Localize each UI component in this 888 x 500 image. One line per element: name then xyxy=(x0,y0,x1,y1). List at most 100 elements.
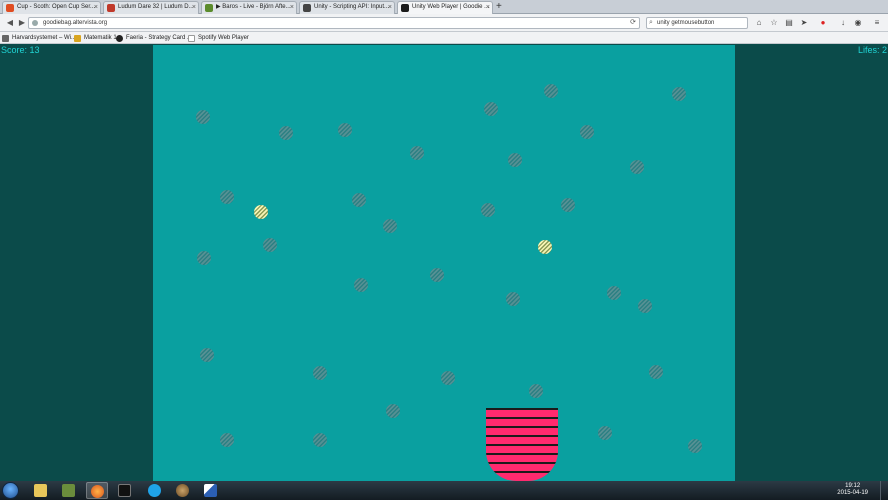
globe-taskbar-button[interactable] xyxy=(172,482,194,499)
clock-time: 19:12 xyxy=(845,483,861,489)
bookmark-matematik[interactable]: Matematik 1 xyxy=(74,33,117,43)
explorer-taskbar-button[interactable] xyxy=(30,482,52,499)
cup-stripe xyxy=(486,462,558,464)
tab-favicon-icon xyxy=(6,4,14,12)
bookmark-label: Matematik 1 xyxy=(84,35,117,41)
falling-ball xyxy=(430,268,444,282)
skype-icon xyxy=(148,484,161,497)
new-tab-button[interactable]: + xyxy=(496,1,502,13)
falling-ball xyxy=(220,433,234,447)
falling-ball xyxy=(441,371,455,385)
wikipedia-icon xyxy=(2,35,9,42)
tab-title: Ludum Dare 32 | Ludum D... xyxy=(118,4,194,10)
tab-title: Cup - Scoth: Open Cup Ser... xyxy=(17,4,96,10)
falling-ball xyxy=(672,87,686,101)
bookmark-faeria[interactable]: Faeria - Strategy Card ... xyxy=(116,33,192,43)
paint-icon xyxy=(204,484,217,497)
bookmark-harvardsystemet[interactable]: Harvardsystemet – Wi... xyxy=(2,33,76,43)
system-clock[interactable]: 19:12 2015-04-19 xyxy=(837,483,868,497)
close-icon[interactable]: × xyxy=(388,2,392,13)
tab-title: Unity Web Player | Goodie ... xyxy=(412,4,490,10)
firefox-icon xyxy=(91,485,104,498)
tab-bar: Cup - Scoth: Open Cup Ser... × Ludum Dar… xyxy=(0,0,888,14)
navigation-bar: ◀ ▶ goodiebag.altervista.org ⟳ ⌕ unity g… xyxy=(0,14,888,32)
falling-ball xyxy=(580,125,594,139)
tab-baros-live[interactable]: ▶ Baros - Live - Björn Afte... × xyxy=(201,1,297,14)
show-desktop-button[interactable] xyxy=(880,481,888,500)
cup-stripe xyxy=(486,435,558,437)
download-icon[interactable]: ↓ xyxy=(838,18,848,28)
paint-taskbar-button[interactable] xyxy=(200,482,222,499)
bookmark-label: Spotify Web Player xyxy=(198,35,249,41)
falling-ball xyxy=(630,160,644,174)
forward-button[interactable]: ▶ xyxy=(16,17,28,29)
search-input[interactable]: ⌕ unity getmousebutton xyxy=(646,17,748,29)
search-value: unity getmousebutton xyxy=(657,20,715,26)
minecraft-taskbar-button[interactable] xyxy=(58,482,80,499)
falling-ball xyxy=(561,198,575,212)
falling-ball xyxy=(508,153,522,167)
cup-stripe xyxy=(486,408,558,410)
close-icon[interactable]: × xyxy=(486,2,490,13)
tab-favicon-icon xyxy=(205,4,213,12)
falling-ball xyxy=(313,366,327,380)
falling-ball xyxy=(529,384,543,398)
falling-ball xyxy=(220,190,234,204)
falling-ball xyxy=(352,193,366,207)
bookmark-spotify[interactable]: Spotify Web Player xyxy=(188,33,249,43)
terminal-taskbar-button[interactable] xyxy=(114,482,136,499)
minecraft-icon xyxy=(62,484,75,497)
bookmark-label: Harvardsystemet – Wi... xyxy=(12,35,77,41)
player-cup[interactable] xyxy=(486,408,558,481)
tab-unity-web-player[interactable]: Unity Web Player | Goodie ... × xyxy=(397,1,493,14)
falling-ball xyxy=(386,404,400,418)
game-playfield[interactable] xyxy=(153,45,735,481)
close-icon[interactable]: × xyxy=(192,2,196,13)
url-bar[interactable]: goodiebag.altervista.org ⟳ xyxy=(28,17,640,29)
home-icon[interactable]: ⌂ xyxy=(754,18,764,28)
folder-icon xyxy=(74,35,81,42)
library-icon[interactable]: ▤ xyxy=(784,18,794,28)
clock-date: 2015-04-19 xyxy=(837,490,868,496)
chat-icon[interactable]: ◉ xyxy=(853,18,863,28)
send-icon[interactable]: ➤ xyxy=(799,18,809,28)
start-button[interactable] xyxy=(2,482,19,499)
falling-ball xyxy=(197,251,211,265)
menu-icon[interactable]: ≡ xyxy=(872,18,882,28)
addon-icon[interactable]: ● xyxy=(816,18,830,28)
site-info-icon[interactable] xyxy=(32,20,38,26)
cup-stripe xyxy=(486,417,558,419)
tab-unity-scripting[interactable]: Unity - Scripting API: Input... × xyxy=(299,1,395,14)
cup-stripe xyxy=(486,453,558,455)
skype-taskbar-button[interactable] xyxy=(144,482,166,499)
tab-ludum-dare[interactable]: Ludum Dare 32 | Ludum D... × xyxy=(103,1,199,14)
gold-ball xyxy=(254,205,268,219)
tab-cup[interactable]: Cup - Scoth: Open Cup Ser... × xyxy=(2,1,101,14)
falling-ball xyxy=(688,439,702,453)
explorer-icon xyxy=(34,484,47,497)
star-icon[interactable]: ☆ xyxy=(769,18,779,28)
falling-ball xyxy=(354,278,368,292)
falling-ball xyxy=(410,146,424,160)
tab-favicon-icon xyxy=(401,4,409,12)
faeria-icon xyxy=(116,35,123,42)
globe-icon xyxy=(176,484,189,497)
tab-favicon-icon xyxy=(303,4,311,12)
falling-ball xyxy=(598,426,612,440)
firefox-taskbar-button[interactable] xyxy=(86,482,108,499)
score-label: Score: 13 xyxy=(1,45,40,55)
reload-icon[interactable]: ⟳ xyxy=(630,18,636,28)
close-icon[interactable]: × xyxy=(94,2,98,13)
gold-ball xyxy=(538,240,552,254)
falling-ball xyxy=(196,110,210,124)
falling-ball xyxy=(607,286,621,300)
close-icon[interactable]: × xyxy=(290,2,294,13)
tab-favicon-icon xyxy=(107,4,115,12)
falling-ball xyxy=(481,203,495,217)
cup-stripe xyxy=(486,444,558,446)
falling-ball xyxy=(200,348,214,362)
back-button[interactable]: ◀ xyxy=(4,17,16,29)
falling-ball xyxy=(383,219,397,233)
falling-ball xyxy=(263,238,277,252)
lifes-label: Lifes: 2 xyxy=(857,45,887,55)
